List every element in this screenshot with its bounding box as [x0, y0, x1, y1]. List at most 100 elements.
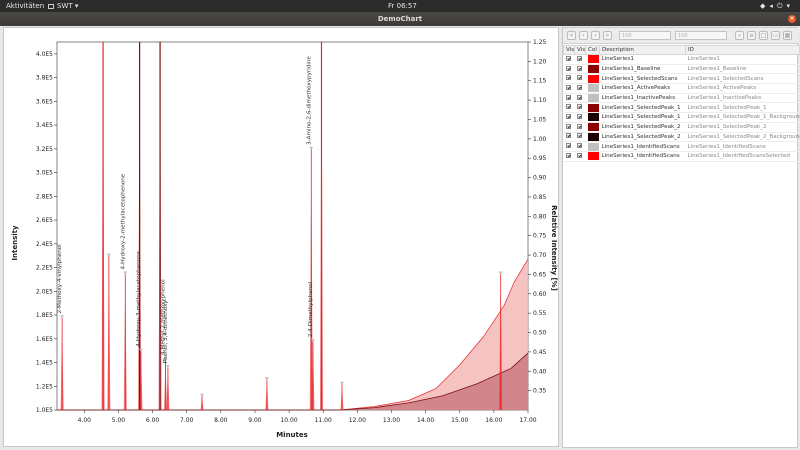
- vis-checkbox-2[interactable]: [574, 83, 586, 94]
- table-row[interactable]: LineSeries1_IdentifiedScans LineSeries1_I…: [563, 141, 800, 152]
- vis-checkbox-2[interactable]: [574, 141, 586, 152]
- vis-checkbox-2[interactable]: [574, 54, 586, 65]
- color-swatch: [587, 152, 599, 161]
- vis-checkbox[interactable]: [563, 73, 575, 85]
- vis-checkbox-2[interactable]: [574, 73, 586, 85]
- color-swatch-cell[interactable]: [585, 83, 600, 94]
- x-tick-label: 15.00: [451, 417, 468, 424]
- row-description: LineSeries1: [599, 54, 686, 65]
- settings-icon[interactable]: ▦: [783, 31, 792, 40]
- row-id: LineSeries1_SelectedPeak_2_Background: [685, 132, 800, 143]
- chromatogram-chart[interactable]: 2-Methoxy-4-vinylphenol 4-Hydroxy-2-methy…: [4, 28, 560, 448]
- next-icon[interactable]: ›: [591, 31, 600, 40]
- color-swatch: [587, 123, 599, 132]
- y2-tick-label: 0.65: [533, 271, 547, 278]
- x-tick-label: 7.00: [180, 417, 194, 424]
- color-swatch-cell[interactable]: [585, 112, 600, 123]
- row-id: LineSeries1_InactivePeaks: [685, 93, 800, 104]
- col-header-id[interactable]: ID: [685, 45, 800, 55]
- color-swatch-cell[interactable]: [585, 132, 600, 143]
- color-swatch-cell[interactable]: [585, 73, 600, 85]
- vis-checkbox-2[interactable]: [574, 122, 586, 133]
- system-tray[interactable]: ◆◂⏻▾: [760, 2, 794, 11]
- col-header-vis[interactable]: Vis: [563, 45, 575, 55]
- table-row[interactable]: LineSeries1_IdentifiedScans LineSeries1_I…: [563, 151, 800, 162]
- vis-checkbox[interactable]: [563, 132, 575, 143]
- table-row[interactable]: LineSeries1_SelectedScans LineSeries1_Sel…: [563, 73, 800, 85]
- table-row[interactable]: LineSeries1_SelectedPeak_2 LineSeries1_Se…: [563, 132, 800, 143]
- y2-axis-label: Relative Intensity [%]: [550, 205, 558, 291]
- window-icon[interactable]: □: [759, 31, 768, 40]
- y-tick-label: 1.4E5: [36, 360, 53, 367]
- vis-checkbox-2[interactable]: [574, 151, 586, 162]
- y-tick-label: 3.6E5: [36, 98, 53, 105]
- y2-tick-label: 0.35: [533, 388, 547, 395]
- color-swatch-cell[interactable]: [585, 122, 600, 133]
- peak-8-label: Phenol, 3,4-dimethoxy-: [163, 298, 169, 363]
- vis-checkbox[interactable]: [563, 54, 575, 65]
- window-title-bar: DemoChart ×: [0, 12, 800, 26]
- table-row[interactable]: LineSeries1_Baseline LineSeries1_Baseline: [563, 64, 800, 75]
- first-icon[interactable]: «: [567, 31, 576, 40]
- color-swatch-cell[interactable]: [585, 102, 600, 114]
- row-description: LineSeries1_InactivePeaks: [599, 93, 686, 104]
- list-icon[interactable]: ≡: [747, 31, 756, 40]
- series-toolbar: « ‹ › » 100 100 ⌕ ≡ □ ▭ ▦: [563, 28, 799, 44]
- y2-tick-label: 1.10: [533, 97, 547, 104]
- y2-tick-label: 0.70: [533, 252, 547, 259]
- color-swatch-cell[interactable]: [585, 151, 600, 162]
- row-id: LineSeries1: [685, 54, 800, 65]
- col-header-vis2[interactable]: Vis: [574, 45, 586, 55]
- vis-checkbox-2[interactable]: [574, 64, 586, 75]
- chart-panel[interactable]: 2-Methoxy-4-vinylphenol 4-Hydroxy-2-methy…: [3, 27, 559, 447]
- vis-checkbox[interactable]: [563, 83, 575, 94]
- x-tick-label: 4.00: [78, 417, 92, 424]
- last-icon[interactable]: »: [603, 31, 612, 40]
- to-field[interactable]: 100: [675, 31, 727, 40]
- color-swatch-cell[interactable]: [585, 64, 600, 75]
- prev-icon[interactable]: ‹: [579, 31, 588, 40]
- y-tick-label: 1.6E5: [36, 336, 53, 343]
- row-description: LineSeries1_SelectedPeak_2: [599, 132, 686, 143]
- vis-checkbox[interactable]: [563, 112, 575, 123]
- vis-checkbox[interactable]: [563, 93, 575, 104]
- export-icon[interactable]: ▭: [771, 31, 780, 40]
- system-top-bar: Aktivitäten SWT ▾ Fr 06:57 ◆◂⏻▾: [0, 0, 800, 12]
- clock[interactable]: Fr 06:57: [388, 2, 417, 10]
- plot-frame: [56, 41, 529, 411]
- table-row[interactable]: LineSeries1_SelectedPeak_2 LineSeries1_Se…: [563, 122, 800, 133]
- col-header-description[interactable]: Description: [599, 45, 686, 55]
- vis-checkbox[interactable]: [563, 141, 575, 152]
- vis-checkbox[interactable]: [563, 151, 575, 162]
- color-swatch-cell[interactable]: [585, 54, 600, 65]
- table-row[interactable]: LineSeries1_InactivePeaks LineSeries1_Ina…: [563, 93, 800, 104]
- color-swatch-cell[interactable]: [585, 141, 600, 152]
- row-id: LineSeries1_IdentifiedScansSelected: [685, 151, 800, 162]
- from-field[interactable]: 100: [619, 31, 671, 40]
- table-row[interactable]: LineSeries1_SelectedPeak_1 LineSeries1_Se…: [563, 102, 800, 114]
- table-row[interactable]: LineSeries1 LineSeries1: [563, 54, 800, 65]
- color-swatch: [587, 65, 599, 73]
- y2-tick-label: 1.20: [533, 58, 547, 65]
- peak-0-label: 2-Methoxy-4-vinylphenol: [57, 244, 63, 314]
- y-tick-label: 3.0E5: [36, 170, 53, 177]
- vis-checkbox-2[interactable]: [574, 93, 586, 104]
- series-panel: « ‹ › » 100 100 ⌕ ≡ □ ▭ ▦ Vis Vis Col De…: [562, 27, 800, 448]
- y2-tick-label: 0.45: [533, 349, 547, 356]
- vis-checkbox-2[interactable]: [574, 102, 586, 114]
- y-tick-label: 4.0E5: [36, 51, 53, 58]
- search-icon[interactable]: ⌕: [735, 31, 744, 40]
- y-tick-label: 2.4E5: [36, 241, 53, 248]
- activities-button[interactable]: Aktivitäten: [6, 2, 44, 10]
- color-swatch-cell[interactable]: [585, 93, 600, 104]
- col-header-color[interactable]: Col: [585, 45, 600, 55]
- vis-checkbox[interactable]: [563, 102, 575, 114]
- vis-checkbox-2[interactable]: [574, 112, 586, 123]
- vis-checkbox-2[interactable]: [574, 132, 586, 143]
- vis-checkbox[interactable]: [563, 122, 575, 133]
- close-icon[interactable]: ×: [788, 15, 796, 23]
- vis-checkbox[interactable]: [563, 64, 575, 75]
- app-menu[interactable]: SWT ▾: [48, 2, 78, 10]
- table-row[interactable]: LineSeries1_SelectedPeak_1 LineSeries1_Se…: [563, 112, 800, 123]
- table-row[interactable]: LineSeries1_ActivePeaks LineSeries1_Activ…: [563, 83, 800, 94]
